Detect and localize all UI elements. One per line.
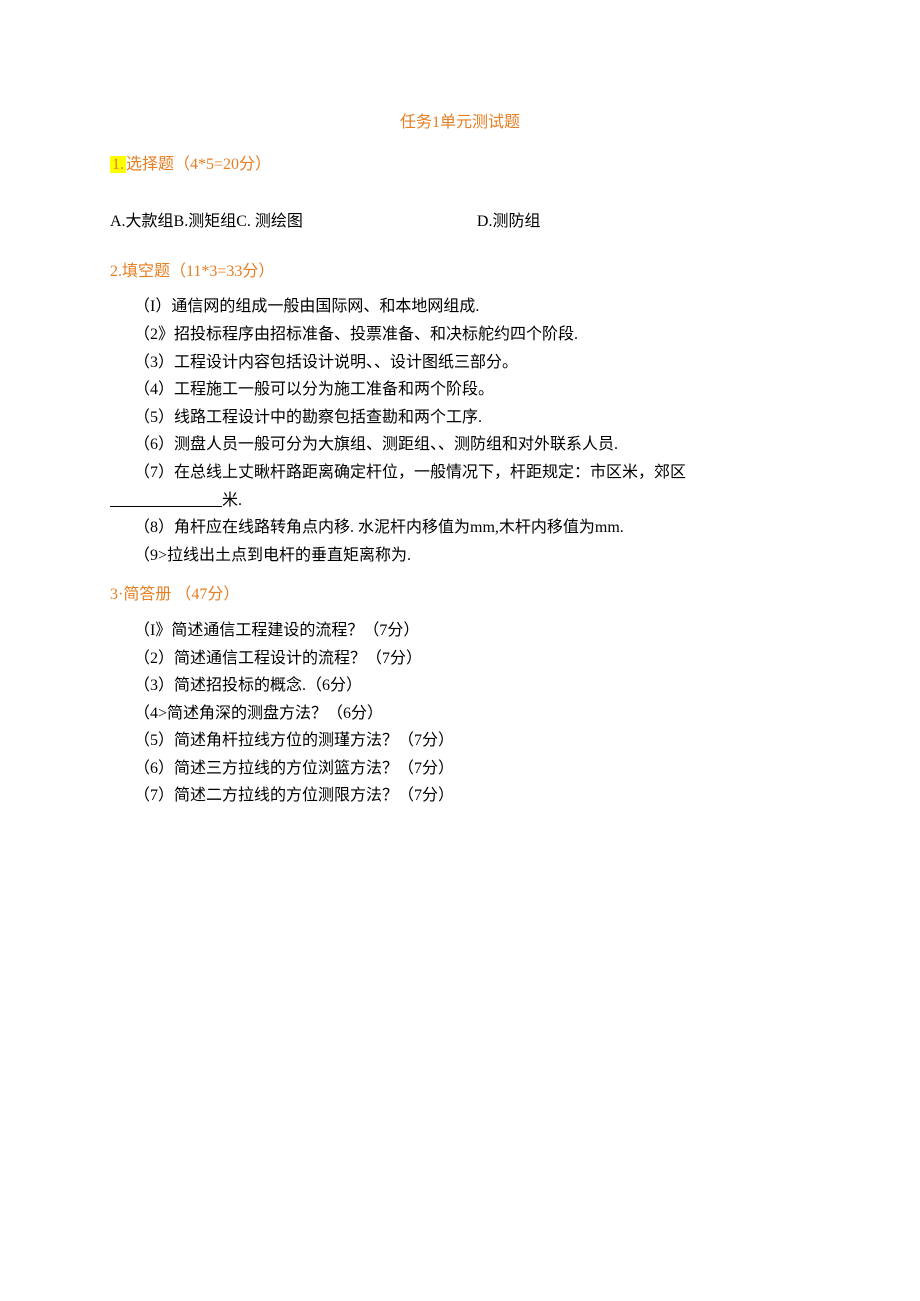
section1-num: 1. (110, 156, 126, 173)
fill-item-7b: 米. (110, 488, 810, 514)
section1-heading-text: 选择题（4*5=20分） (126, 156, 271, 173)
choice-d: D.测防组 (477, 209, 541, 235)
answer-item-7: （7）简述二方拉线的方位测限方法？（7分） (110, 783, 810, 809)
fill-item-1: （I）通信网的组成一般由国际网、和本地网组成. (110, 294, 810, 320)
fill-item-9: （9>拉线出土点到电杆的垂直矩离称为. (110, 543, 810, 569)
page-title: 任务1单元测试题 (110, 110, 810, 136)
fill-item-4: （4）工程施工一般可以分为施工准备和两个阶段。 (110, 377, 810, 403)
fill-item-6: （6）测盘人员一般可分为大旗组、测距组、、测防组和对外联系人员. (110, 432, 810, 458)
choice-line: A.大款组B.测矩组C. 测绘图 D.测防组 (110, 209, 810, 235)
answer-item-6: （6）简述三方拉线的方位浏篮方法？（7分） (110, 756, 810, 782)
fill-item-7-suffix: 米. (222, 492, 242, 509)
fill-item-2: （2》招投标程序由招标准备、投票准备、和决标舵约四个阶段. (110, 322, 810, 348)
fill-item-5: （5）线路工程设计中的勘察包括查勘和两个工序. (110, 405, 810, 431)
answer-item-2: （2）简述通信工程设计的流程？（7分） (110, 646, 810, 672)
fill-item-3: （3）工程设计内容包括设计说明、、设计图纸三部分。 (110, 350, 810, 376)
fill-item-7: （7）在总线上丈瞅杆路距离确定杆位，一般情况下，杆距规定：市区米，郊区 (110, 460, 810, 486)
section3-heading: 3·简答册 （47分） (110, 582, 810, 608)
section2-heading: 2.填空题（11*3=33分） (110, 259, 810, 285)
blank-underline (110, 492, 222, 509)
answer-item-3: （3）简述招投标的概念.（6分） (110, 673, 810, 699)
answer-item-4: （4>简述角深的测盘方法？（6分） (110, 701, 810, 727)
answer-item-1: （I》简述通信工程建设的流程？（7分） (110, 618, 810, 644)
answer-item-5: （5）简述角杆拉线方位的测瑾方法？（7分） (110, 728, 810, 754)
fill-item-8: （8）角杆应在线路转角点内移. 水泥杆内移值为mm,木杆内移值为mm. (110, 515, 810, 541)
choices-abc: A.大款组B.测矩组C. 测绘图 (110, 213, 303, 230)
section1-heading: 1.选择题（4*5=20分） (110, 152, 810, 178)
